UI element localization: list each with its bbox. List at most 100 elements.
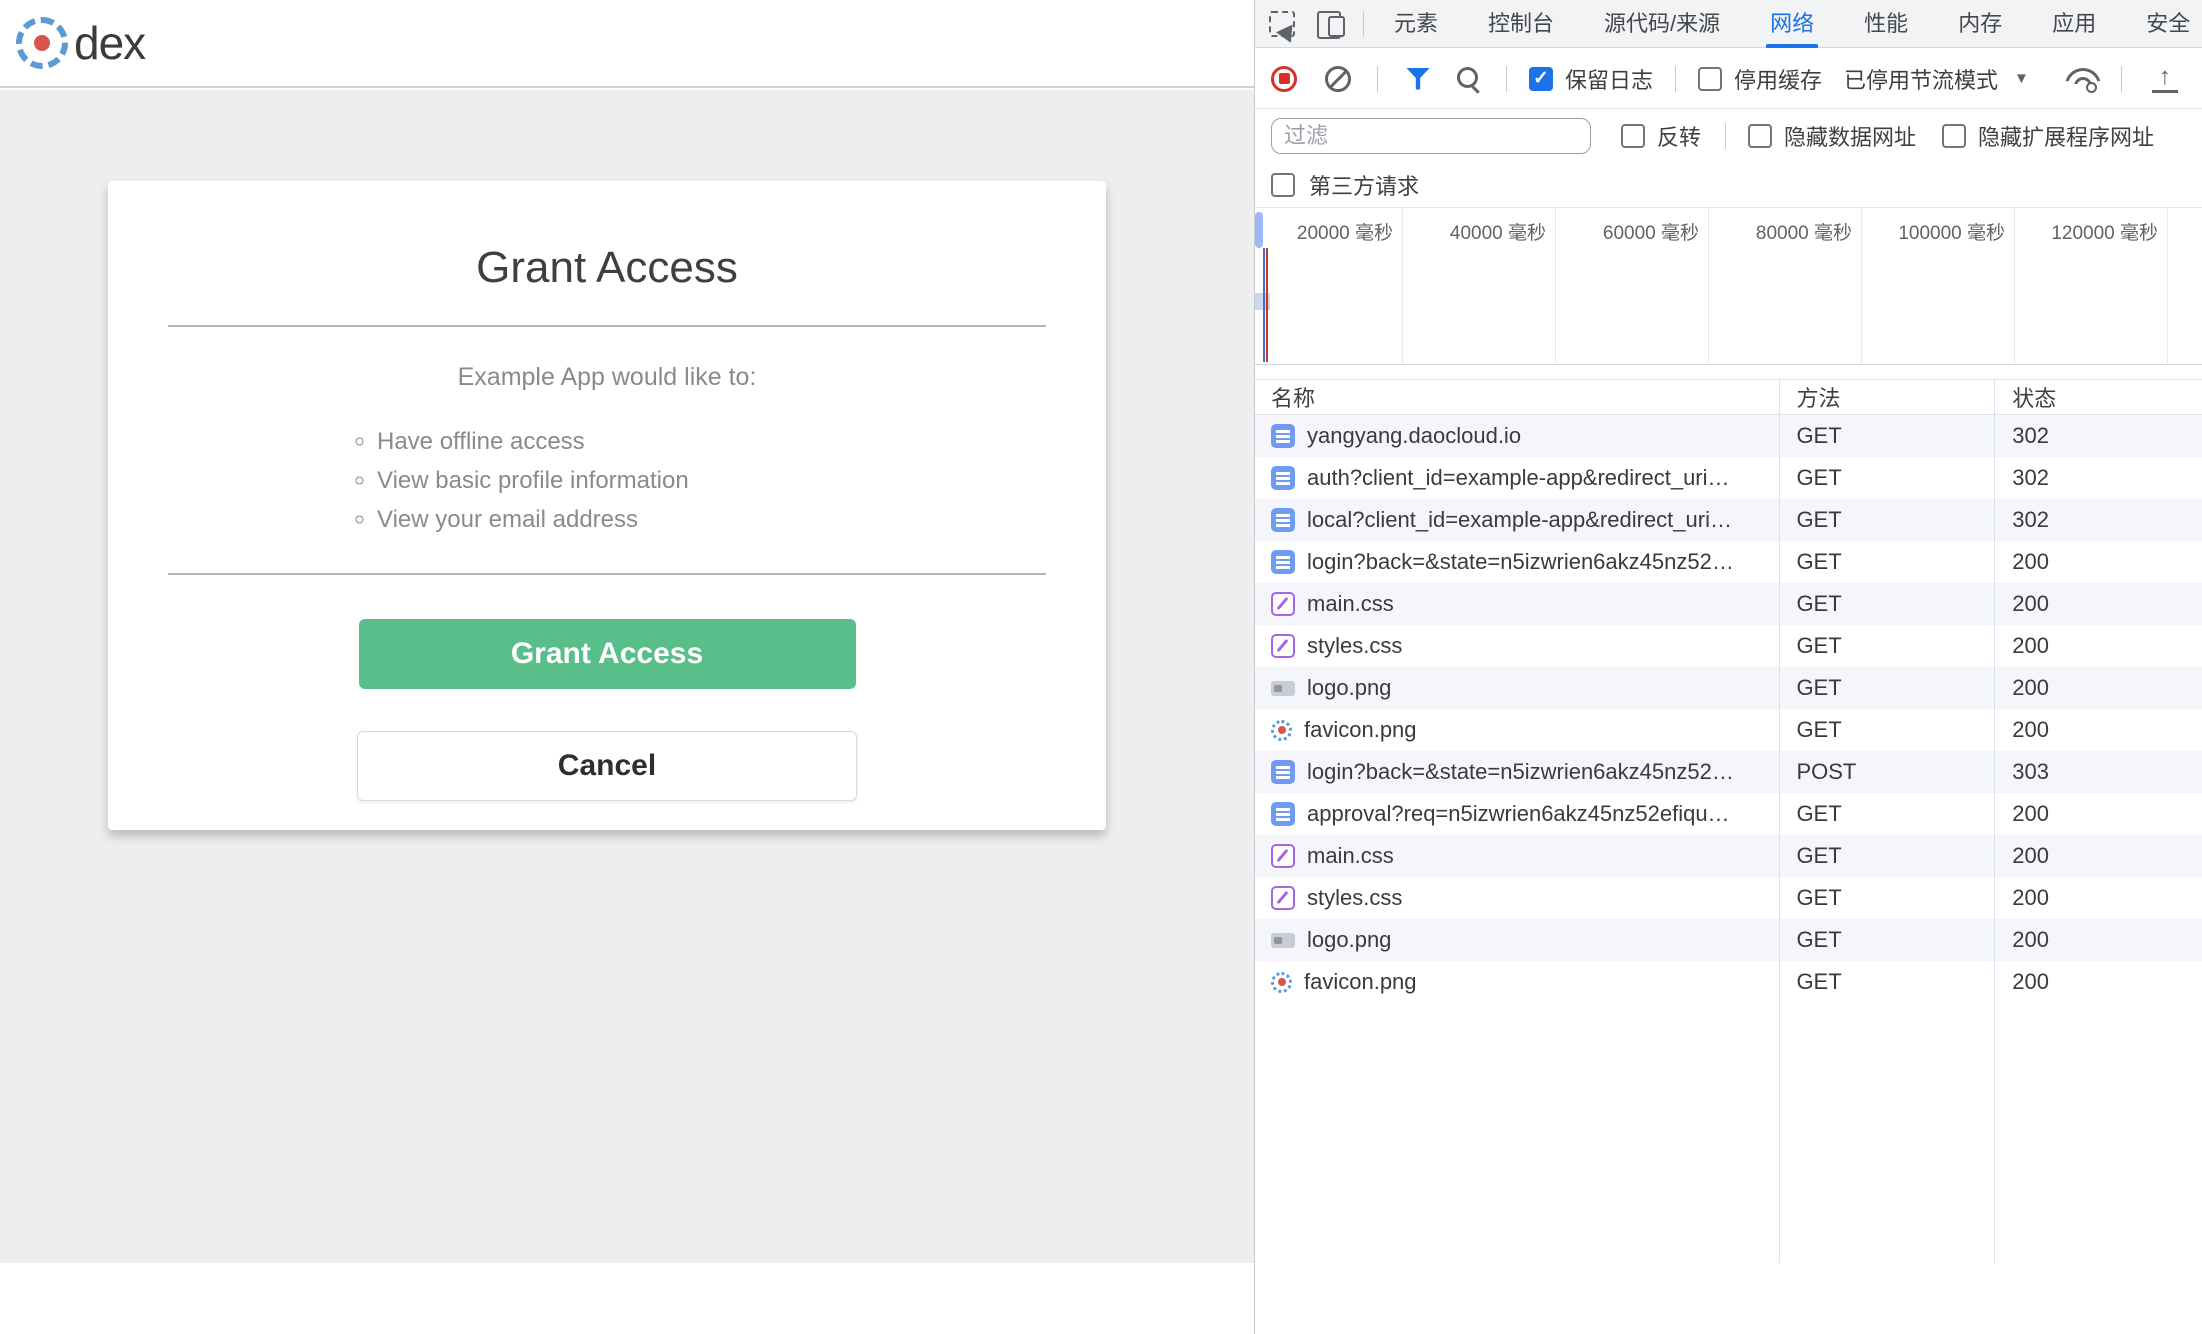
network-conditions-icon[interactable] [2063,65,2099,93]
request-name: styles.css [1307,633,1402,659]
tab-元素[interactable]: 元素 [1394,0,1438,48]
devtools-panel: 元素控制台源代码/来源网络性能内存应用安全 ✓ 保留日志 停用缓存 已停用节流模… [1254,0,2202,1334]
request-name: approval?req=n5izwrien6akz45nz52efiqu… [1307,801,1730,827]
stylesheet-icon [1271,886,1295,910]
request-row[interactable]: favicon.png GET200 [1255,709,2202,751]
timeline-gridline [2014,208,2015,364]
disable-cache-label: 停用缓存 [1734,63,1822,95]
image-icon [1271,933,1295,948]
request-row[interactable]: favicon.pngGET200 [1255,961,2202,1003]
request-method: GET [1778,423,1993,449]
document-icon [1271,802,1295,826]
card-title: Grant Access [108,243,1106,293]
filter-input[interactable] [1271,118,1591,154]
permission-item: View basic profile information [377,461,877,500]
grant-access-button[interactable]: Grant Access [359,619,856,689]
column-header-status[interactable]: 状态 [1993,381,2202,413]
request-method: GET [1778,633,1993,659]
page-bottom-strip [0,1263,1254,1334]
inspect-element-icon[interactable] [1269,11,1295,37]
clear-icon[interactable] [1325,66,1351,92]
filter-icon[interactable] [1406,68,1430,90]
permission-item: Have offline access [377,422,877,461]
request-row[interactable]: main.cssGET200 [1255,583,2202,625]
request-status: 200 [1993,969,2202,995]
preserve-log-checkbox[interactable]: ✓ [1529,67,1553,91]
column-divider[interactable] [1779,379,1780,1263]
request-status: 200 [1993,549,2202,575]
request-name: login?back=&state=n5izwrien6akz45nz52… [1307,759,1734,785]
timeline-activity-blue [1263,248,1265,362]
disable-cache-checkbox[interactable] [1698,67,1722,91]
request-row[interactable]: auth?client_id=example-app&redirect_uri…… [1255,457,2202,499]
request-name: auth?client_id=example-app&redirect_uri… [1307,465,1730,491]
request-method: GET [1778,591,1993,617]
divider [1363,11,1364,37]
gear-icon [2086,82,2097,93]
devtools-tabs: 元素 控制台 源代码/来源 网络 性能 内存 应用 安全 [1394,0,2190,47]
tab-性能[interactable]: 性能 [1864,0,1908,48]
divider [1725,123,1726,149]
throttling-select[interactable]: 已停用节流模式 [1844,63,1998,95]
timeline-overview[interactable]: 20000 毫秒40000 毫秒60000 毫秒80000 毫秒100000 毫… [1255,208,2202,365]
request-status: 302 [1993,423,2202,449]
tab-内存[interactable]: 内存 [1958,0,2002,48]
request-name: logo.png [1307,927,1391,953]
request-row[interactable]: yangyang.daocloud.ioGET302 [1255,415,2202,457]
divider [168,573,1046,575]
timeline-tick-label: 100000 毫秒 [1898,218,2005,245]
tab-安全[interactable]: 安全 [2146,0,2190,48]
search-icon[interactable] [1456,66,1482,92]
request-name: favicon.png [1304,969,1417,995]
network-filter-bar: 反转 隐藏数据网址 隐藏扩展程序网址 [1255,110,2202,162]
request-status: 200 [1993,675,2202,701]
card-intro: Example App would like to: [108,363,1106,392]
brand-name: dex [74,16,145,70]
request-row[interactable]: login?back=&state=n5izwrien6akz45nz52… PO… [1255,751,2202,793]
request-method: POST [1778,759,1993,785]
stylesheet-icon [1271,634,1295,658]
column-divider[interactable] [1994,379,1995,1263]
request-status: 200 [1993,633,2202,659]
timeline-tick-label: 60000 毫秒 [1603,218,1699,245]
record-icon[interactable] [1271,66,1297,92]
hide-data-urls-checkbox[interactable] [1748,124,1772,148]
column-header-name[interactable]: 名称 [1255,381,1778,413]
request-name: favicon.png [1304,717,1417,743]
request-method: GET [1778,927,1993,953]
request-method: GET [1778,717,1993,743]
timeline-activity-red [1266,248,1268,362]
request-row[interactable]: logo.png GET200 [1255,919,2202,961]
column-header-method[interactable]: 方法 [1778,381,1993,413]
cancel-button[interactable]: Cancel [357,731,857,801]
third-party-row: 第三方请求 [1255,162,2202,208]
request-row[interactable]: logo.pngGET200 [1255,667,2202,709]
request-row[interactable]: main.cssGET200 [1255,835,2202,877]
permission-list: Have offline accessView basic profile in… [337,422,877,539]
third-party-checkbox[interactable] [1271,173,1295,197]
request-status: 200 [1993,927,2202,953]
tab-控制台[interactable]: 控制台 [1488,0,1554,48]
invert-checkbox[interactable] [1621,124,1645,148]
timeline-handle[interactable] [1255,212,1263,248]
document-icon [1271,550,1295,574]
request-method: GET [1778,885,1993,911]
request-row[interactable]: local?client_id=example-app&redirect_uri… [1255,499,2202,541]
import-har-icon[interactable]: ↑ [2152,64,2178,93]
tab-应用[interactable]: 应用 [2052,0,2096,48]
table-header: 名称 方法 状态 [1255,379,2202,415]
request-row[interactable]: styles.css GET200 [1255,625,2202,667]
request-method: GET [1778,801,1993,827]
device-toolbar-icon[interactable] [1317,11,1345,37]
hide-extension-urls-label: 隐藏扩展程序网址 [1978,120,2154,152]
tab-源代码/来源[interactable]: 源代码/来源 [1604,0,1720,48]
hide-extension-urls-checkbox[interactable] [1942,124,1966,148]
timeline-gridline [1402,208,1403,364]
chevron-down-icon[interactable]: ▼ [2014,70,2029,87]
timeline-tick-label: 40000 毫秒 [1450,218,1546,245]
tab-网络[interactable]: 网络 [1770,0,1814,48]
request-row[interactable]: login?back=&state=n5izwrien6akz45nz52…GE… [1255,541,2202,583]
request-row[interactable]: approval?req=n5izwrien6akz45nz52efiqu… GE… [1255,793,2202,835]
request-status: 200 [1993,717,2202,743]
request-row[interactable]: styles.cssGET200 [1255,877,2202,919]
